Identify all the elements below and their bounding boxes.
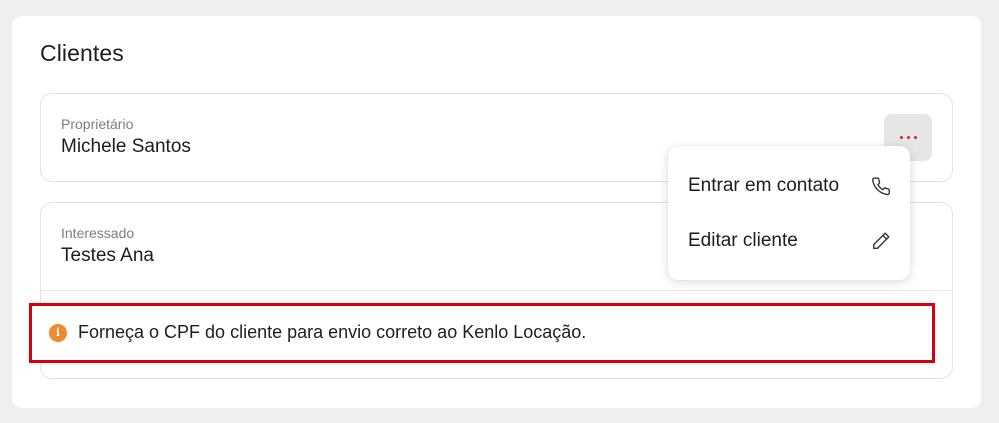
phone-icon [872, 177, 890, 196]
more-horizontal-icon-dot [906, 136, 910, 139]
menu-item-edit[interactable]: Editar cliente [668, 214, 910, 268]
more-horizontal-icon-dot [899, 136, 903, 139]
info-icon: i [49, 324, 67, 342]
menu-item-label: Editar cliente [688, 230, 798, 251]
more-horizontal-icon-dot [913, 136, 917, 139]
client-name: Testes Ana [61, 245, 154, 266]
card-divider [41, 290, 952, 291]
section-title: Clientes [40, 40, 124, 66]
menu-item-contact[interactable]: Entrar em contato [668, 159, 910, 213]
alert-message: Forneça o CPF do cliente para envio corr… [78, 322, 587, 342]
client-name: Michele Santos [61, 136, 191, 157]
menu-item-label: Entrar em contato [688, 175, 840, 196]
client-role-label: Proprietário [61, 116, 134, 132]
client-actions-menu: Entrar em contato Editar cliente [668, 146, 910, 280]
client-role-label: Interessado [61, 225, 135, 241]
pencil-icon [872, 232, 890, 250]
cpf-warning-alert: i Forneça o CPF do cliente para envio co… [29, 303, 935, 363]
